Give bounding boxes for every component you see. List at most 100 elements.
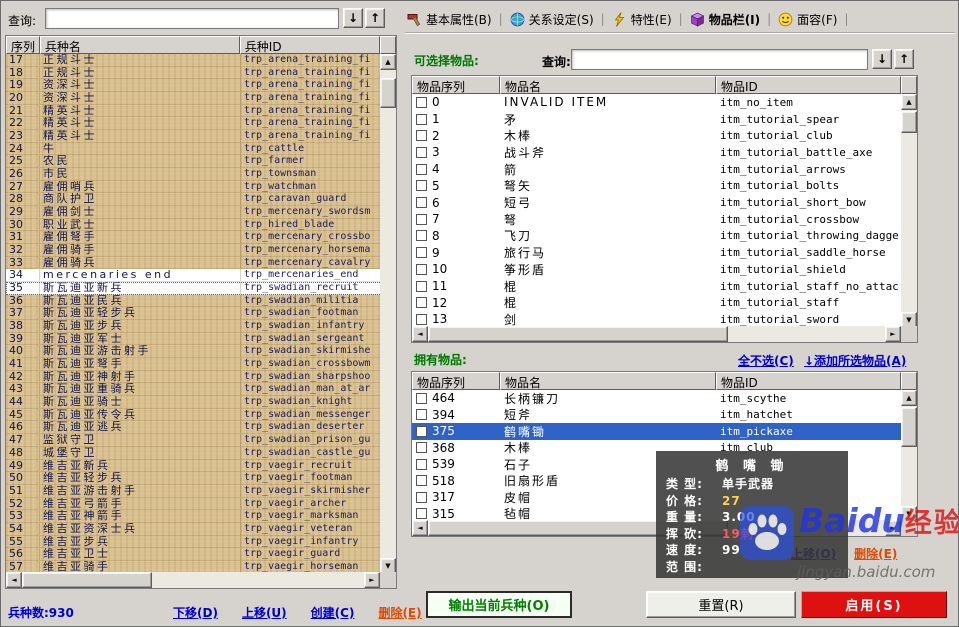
item-row[interactable]: 9旅行马itm_tutorial_saddle_horse <box>412 244 901 261</box>
item-checkbox-icon[interactable] <box>416 180 427 191</box>
troop-row[interactable]: 19资深斗士trp_arena_training_fi <box>6 79 382 92</box>
item-row[interactable]: 7弩itm_tutorial_crossbow <box>412 211 901 228</box>
troop-search-up-button[interactable]: ↑ <box>365 8 385 28</box>
item-row[interactable]: 6短弓itm_tutorial_short_bow <box>412 194 901 211</box>
owned-vscroll-thumb[interactable] <box>901 407 917 447</box>
item-checkbox-icon[interactable] <box>416 264 427 275</box>
item-row[interactable]: 12棍itm_tutorial_staff <box>412 294 901 311</box>
troop-row[interactable]: 50维吉亚轻步兵trp_vaegir_footman <box>6 472 382 485</box>
troop-row[interactable]: 21精英斗士trp_arena_training_fi <box>6 105 382 118</box>
item-checkbox-icon[interactable] <box>416 130 427 141</box>
col-header-item-index[interactable]: 物品序列 <box>412 372 500 390</box>
item-row[interactable]: 394短斧itm_hatchet <box>412 407 901 424</box>
troop-row[interactable]: 45斯瓦迪亚传令兵trp_swadian_messenger <box>6 409 382 422</box>
item-checkbox-icon[interactable] <box>416 426 427 437</box>
item-search-down-button[interactable]: ↓ <box>872 49 892 69</box>
item-checkbox-icon[interactable] <box>416 97 427 108</box>
troop-row[interactable]: 20资深斗士trp_arena_training_fi <box>6 92 382 105</box>
troop-row[interactable]: 29雇佣剑士trp_mercenary_swordsm <box>6 206 382 219</box>
troop-action-link-上移(U)[interactable]: 上移(U) <box>242 604 287 621</box>
item-row[interactable]: 8飞刀itm_tutorial_throwing_daggers <box>412 228 901 245</box>
item-row[interactable]: 464长柄镰刀itm_scythe <box>412 390 901 407</box>
troop-row[interactable]: 47监狱守卫trp_swadian_prison_gu <box>6 434 382 447</box>
troop-row[interactable]: 44斯瓦迪亚骑士trp_swadian_knight <box>6 396 382 409</box>
item-checkbox-icon[interactable] <box>416 409 427 420</box>
available-vscroll-thumb[interactable] <box>901 111 917 133</box>
reset-button[interactable]: 重置(R) <box>646 591 796 618</box>
troop-row[interactable]: 53维吉亚神箭手trp_vaegir_marksman <box>6 510 382 523</box>
tab-basic-attributes[interactable]: 基本属性(B) <box>407 11 492 28</box>
item-checkbox-icon[interactable] <box>416 147 427 158</box>
item-checkbox-icon[interactable] <box>416 247 427 258</box>
troop-row[interactable]: 30职业武士trp_hired_blade <box>6 219 382 232</box>
item-row[interactable]: 4箭itm_tutorial_arrows <box>412 161 901 178</box>
item-row[interactable]: 5弩矢itm_tutorial_bolts <box>412 178 901 195</box>
troop-row[interactable]: 33雇佣骑兵trp_mercenary_cavalry <box>6 257 382 270</box>
tab-face[interactable]: 面容(F) <box>778 11 837 28</box>
item-row[interactable]: 2木棒itm_tutorial_club <box>412 127 901 144</box>
troop-action-link-删除(E)[interactable]: 删除(E) <box>378 604 421 621</box>
available-vscrollbar[interactable]: ▲ ▼ <box>901 94 917 328</box>
troop-row[interactable]: 23精英斗士trp_arena_training_fi <box>6 130 382 143</box>
col-header-item-index[interactable]: 物品序列 <box>412 76 500 94</box>
item-row[interactable]: 11棍itm_tutorial_staff_no_attack <box>412 278 901 295</box>
troop-row[interactable]: 55维吉亚步兵trp_vaegir_infantry <box>6 536 382 549</box>
item-row[interactable]: 10筝形盾itm_tutorial_shield <box>412 261 901 278</box>
owned-action-link-删除(E)[interactable]: 删除(E) <box>854 545 897 562</box>
scroll-left-icon[interactable]: ◄ <box>412 520 428 536</box>
export-current-troop-button[interactable]: 输出当前兵种(O) <box>426 591 572 618</box>
troop-row[interactable]: 38斯瓦迪亚步兵trp_swadian_infantry <box>6 320 382 333</box>
scroll-left-icon[interactable]: ◄ <box>6 572 22 588</box>
item-row[interactable]: 375鹤嘴锄itm_pickaxe <box>412 423 901 440</box>
troop-row[interactable]: 35斯瓦迪亚新兵trp_swadian_recruit <box>6 282 382 295</box>
troop-row[interactable]: 24牛trp_cattle <box>6 143 382 156</box>
troop-row[interactable]: 46斯瓦迪亚逃兵trp_swadian_deserter <box>6 421 382 434</box>
item-checkbox-icon[interactable] <box>416 393 427 404</box>
tab-relations[interactable]: 关系设定(S) <box>510 11 594 28</box>
item-checkbox-icon[interactable] <box>416 314 427 325</box>
item-search-up-button[interactable]: ↑ <box>894 49 914 69</box>
item-checkbox-icon[interactable] <box>416 475 427 486</box>
troop-row[interactable]: 18正规斗士trp_arena_training_fi <box>6 67 382 80</box>
troop-row[interactable]: 37斯瓦迪亚轻步兵trp_swadian_footman <box>6 307 382 320</box>
item-checkbox-icon[interactable] <box>416 442 427 453</box>
troop-hscroll-thumb[interactable] <box>22 572 152 588</box>
item-search-input[interactable] <box>571 49 868 70</box>
troop-row[interactable]: 17正规斗士trp_arena_training_fi <box>6 54 382 67</box>
item-checkbox-icon[interactable] <box>416 230 427 241</box>
item-checkbox-icon[interactable] <box>416 214 427 225</box>
col-header-name[interactable]: 兵种名 <box>40 36 240 54</box>
scroll-up-icon[interactable]: ▲ <box>901 390 917 406</box>
troop-row[interactable]: 34mercenaries endtrp_mercenaries_end <box>6 269 382 282</box>
troop-search-down-button[interactable]: ↓ <box>343 8 363 28</box>
item-checkbox-icon[interactable] <box>416 297 427 308</box>
available-hscroll-thumb[interactable] <box>428 326 728 342</box>
tab-inventory[interactable]: 物品栏(I) <box>690 11 760 28</box>
item-checkbox-icon[interactable] <box>416 281 427 292</box>
owned-vscrollbar[interactable]: ▲ ▼ <box>901 390 917 522</box>
troop-row[interactable]: 26市民trp_townsman <box>6 168 382 181</box>
scroll-right-icon[interactable]: ► <box>885 520 901 536</box>
item-row[interactable]: 3战斗斧itm_tutorial_battle_axe <box>412 144 901 161</box>
deselect-all-link[interactable]: 全不选(C) <box>738 352 794 369</box>
item-checkbox-icon[interactable] <box>416 164 427 175</box>
col-header-item-id[interactable]: 物品ID <box>716 76 901 94</box>
troop-action-link-创建(C)[interactable]: 创建(C) <box>311 604 355 621</box>
troop-row[interactable]: 51维吉亚游击射手trp_vaegir_skirmisher <box>6 485 382 498</box>
troop-hscrollbar[interactable]: ◄ ► <box>6 572 380 588</box>
troop-row[interactable]: 22精英斗士trp_arena_training_fi <box>6 117 382 130</box>
col-header-id[interactable]: 兵种ID <box>240 36 380 54</box>
scroll-up-icon[interactable]: ▲ <box>901 94 917 110</box>
troop-row[interactable]: 32雇佣骑手trp_mercenary_horsema <box>6 244 382 257</box>
available-hscrollbar[interactable]: ◄ ► <box>412 326 901 342</box>
scroll-left-icon[interactable]: ◄ <box>412 326 428 342</box>
troop-search-input[interactable] <box>45 8 339 29</box>
troop-row[interactable]: 41斯瓦迪亚弩手trp_swadian_crossbowm <box>6 358 382 371</box>
col-header-item-name[interactable]: 物品名 <box>500 372 716 390</box>
item-checkbox-icon[interactable] <box>416 114 427 125</box>
troop-vscroll-thumb[interactable] <box>380 78 396 108</box>
col-header-index[interactable]: 序列 <box>6 36 40 54</box>
troop-row[interactable]: 42斯瓦迪亚神射手trp_swadian_sharpshoo <box>6 371 382 384</box>
troop-row[interactable]: 49维吉亚新兵trp_vaegir_recruit <box>6 460 382 473</box>
item-row[interactable]: 1矛itm_tutorial_spear <box>412 111 901 128</box>
